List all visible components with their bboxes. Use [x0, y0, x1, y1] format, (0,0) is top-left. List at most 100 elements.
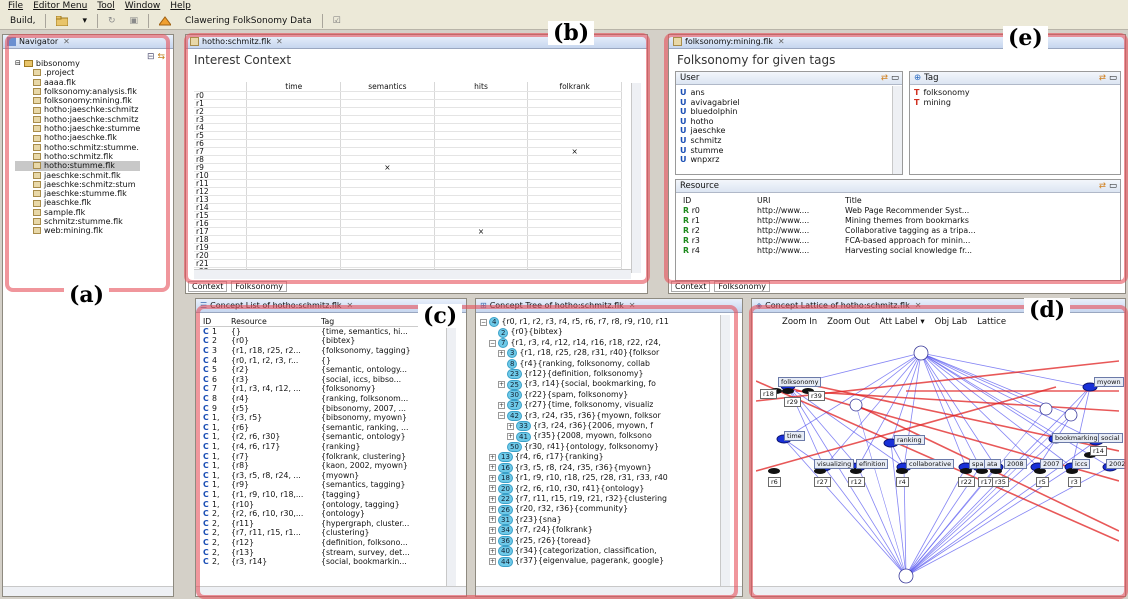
concept-list-row[interactable]: C 5 {r2} {semantic, ontology...	[200, 365, 438, 375]
concept-tree-node[interactable]: +41 {r35}{2008, myown, folksono	[480, 431, 669, 442]
grid-cell[interactable]	[434, 235, 529, 244]
grid-cell[interactable]	[340, 251, 435, 260]
concept-list-row[interactable]: C 1, {r4, r6, r17} {ranking}	[200, 442, 438, 452]
grid-cell[interactable]	[527, 107, 622, 116]
concept-list-row[interactable]: C 9 {r5} {bibsonomy, 2007, ...	[200, 403, 438, 413]
resource-row[interactable]: R r1 http://www.... Mining themes from boo…	[680, 215, 1042, 225]
user-maximize-icon[interactable]: ▭	[891, 73, 899, 83]
resource-row[interactable]: R r2 http://www.... Collaborative tagging …	[680, 225, 1042, 235]
tree-file-item[interactable]: hotho:jaeschke:stumme	[15, 124, 140, 133]
lattice-button[interactable]: Lattice	[977, 317, 1006, 327]
grid-cell[interactable]	[340, 219, 435, 228]
user-item[interactable]: Ubluedolphin	[680, 107, 740, 117]
grid-cell[interactable]	[340, 195, 435, 204]
tree-file-item[interactable]: folksonomy:mining.flk	[15, 96, 140, 105]
menu-editor[interactable]: Editor Menu	[33, 1, 87, 11]
lattice-attribute-label[interactable]: efinition	[856, 459, 889, 469]
grid-cell[interactable]	[246, 251, 342, 260]
folksonomy-tab[interactable]: Folksonomy	[231, 281, 287, 292]
tag-sync-icon[interactable]: ⇄	[1099, 73, 1106, 83]
lattice-attribute-label[interactable]: 2002	[1106, 459, 1125, 469]
lattice-attribute-label[interactable]: collaborative	[906, 459, 955, 469]
grid-cell[interactable]	[527, 251, 622, 260]
folksonomy-tab[interactable]: folksonomy:mining.flk ✕	[669, 35, 1125, 49]
grid-cell[interactable]	[527, 243, 622, 252]
grid-cell[interactable]	[434, 259, 529, 268]
grid-cell[interactable]	[246, 179, 342, 188]
interest-hscroll[interactable]	[194, 269, 631, 279]
grid-cell[interactable]	[527, 219, 622, 228]
user-sync-icon[interactable]: ⇄	[881, 73, 888, 83]
grid-cell[interactable]	[340, 99, 435, 108]
lattice-object-label[interactable]: r3	[1068, 477, 1081, 487]
concept-tree-node[interactable]: +40 {r34}{categorization, classification,	[480, 546, 669, 557]
concept-tree-node[interactable]: 30 {r22}{spam, folksonomy}	[480, 390, 669, 401]
lattice-attribute-label[interactable]: time	[784, 431, 805, 441]
grid-cell[interactable]	[434, 203, 529, 212]
menu-tool[interactable]: Tool	[97, 1, 114, 11]
concept-list-row[interactable]: C 6 {r3} {social, iccs, bibso...	[200, 375, 438, 385]
concept-list-row[interactable]: C 1, {r8} {kaon, 2002, myown}	[200, 461, 438, 471]
lattice-object-label[interactable]: r29	[784, 397, 801, 407]
grid-cell[interactable]	[434, 195, 529, 204]
grid-cell[interactable]	[434, 91, 529, 100]
user-item[interactable]: Uwnpxrz	[680, 155, 740, 165]
concept-list-row[interactable]: C 1, {r6} {semantic, ranking, ...	[200, 423, 438, 433]
lattice-object-label[interactable]: r18	[760, 389, 777, 399]
grid-column-header[interactable]: time	[246, 82, 342, 92]
grid-cell[interactable]	[246, 99, 342, 108]
lattice-object-label[interactable]: r6	[768, 477, 781, 487]
concept-tree-node[interactable]: +44 {r37}{eigenvalue, pagerank, google}	[480, 556, 669, 567]
collapse-all-icon[interactable]: ⊟	[147, 52, 155, 62]
grid-cell[interactable]	[246, 131, 342, 140]
concept-list-row[interactable]: C 1, {r3, r5} {bibsonomy, myown}	[200, 413, 438, 423]
grid-cell[interactable]	[527, 203, 622, 212]
concept-tree-node[interactable]: +34 {r7, r24}{folkrank}	[480, 525, 669, 536]
lattice-attribute-label[interactable]: ata	[984, 459, 1001, 469]
concept-tree-tab[interactable]: ⊞ Concept Tree of hotho:schmitz.flk ✕	[476, 299, 742, 313]
tree-file-item[interactable]: jaeschke:stumme.flk	[15, 189, 140, 198]
grid-cell[interactable]	[246, 107, 342, 116]
tree-file-item[interactable]: hotho:schmitz:stumme.	[15, 143, 140, 152]
user-item[interactable]: Ustumme	[680, 146, 740, 156]
tree-file-item[interactable]: folksonomy:analysis.flk	[15, 87, 140, 96]
grid-cell[interactable]	[340, 107, 435, 116]
concept-tree-node[interactable]: 23 {r12}{definition, folksonomy}	[480, 369, 669, 380]
lattice-attribute-label[interactable]: 2008	[1004, 459, 1027, 469]
resource-column-header[interactable]: URI	[754, 195, 842, 205]
concept-list-row[interactable]: C 2 {r0} {bibtex}	[200, 336, 438, 346]
menu-help[interactable]: Help	[170, 1, 191, 11]
concept-list-row[interactable]: C 1, {r2, r6, r30} {semantic, ontology}	[200, 432, 438, 442]
concept-tree-node[interactable]: +16 {r3, r5, r8, r24, r35, r36}{myown}	[480, 463, 669, 473]
grid-cell[interactable]	[340, 91, 435, 100]
lattice-object-label[interactable]: r4	[896, 477, 909, 487]
collapse-icon[interactable]: −	[480, 318, 487, 326]
grid-cell[interactable]	[340, 131, 435, 140]
resource-uri[interactable]: http://www....	[754, 235, 842, 245]
grid-cell[interactable]: ×	[527, 147, 622, 156]
grid-cell[interactable]	[340, 139, 435, 148]
tree-file-item[interactable]: sample.flk	[15, 208, 140, 217]
tree-file-item[interactable]: schmitz:stumme.flk	[15, 217, 140, 226]
lattice-hscroll[interactable]	[752, 586, 1125, 596]
grid-cell[interactable]	[527, 123, 622, 132]
concept-tree-node[interactable]: +25 {r3, r14}{social, bookmarking, fo	[480, 379, 669, 390]
grid-cell[interactable]	[527, 227, 622, 236]
grid-cell[interactable]	[340, 259, 435, 268]
concept-tree-node[interactable]: 2 {r0}{bibtex}	[480, 327, 669, 338]
grid-cell[interactable]	[340, 187, 435, 196]
tag-item[interactable]: Tfolksonomy	[914, 88, 970, 98]
concept-list-row[interactable]: C 2, {r11} {hypergraph, cluster...	[200, 518, 438, 528]
lattice-attribute-label[interactable]: folksonomy	[778, 377, 822, 387]
concept-list-row[interactable]: C 1, {r10} {ontology, tagging}	[200, 499, 438, 509]
grid-cell[interactable]	[434, 243, 529, 252]
concept-tree-node[interactable]: −4 {r0, r1, r2, r3, r4, r5, r6, r7, r8, r…	[480, 317, 669, 328]
concept-list-row[interactable]: C 1, {r7} {folkrank, clustering}	[200, 451, 438, 461]
expand-icon[interactable]: +	[489, 453, 496, 461]
tag-maximize-icon[interactable]: ▭	[1109, 73, 1117, 83]
concept-list-row[interactable]: C 2, {r12} {definition, folksono...	[200, 538, 438, 548]
collapse-icon[interactable]: ⊟	[15, 59, 21, 68]
concept-tree-node[interactable]: +33 {r3, r24, r36}{2006, myown, f	[480, 421, 669, 432]
grid-column-header[interactable]: semantics	[340, 82, 435, 92]
concept-list-row[interactable]: C 2, {r3, r14} {social, bookmarkin...	[200, 557, 438, 567]
